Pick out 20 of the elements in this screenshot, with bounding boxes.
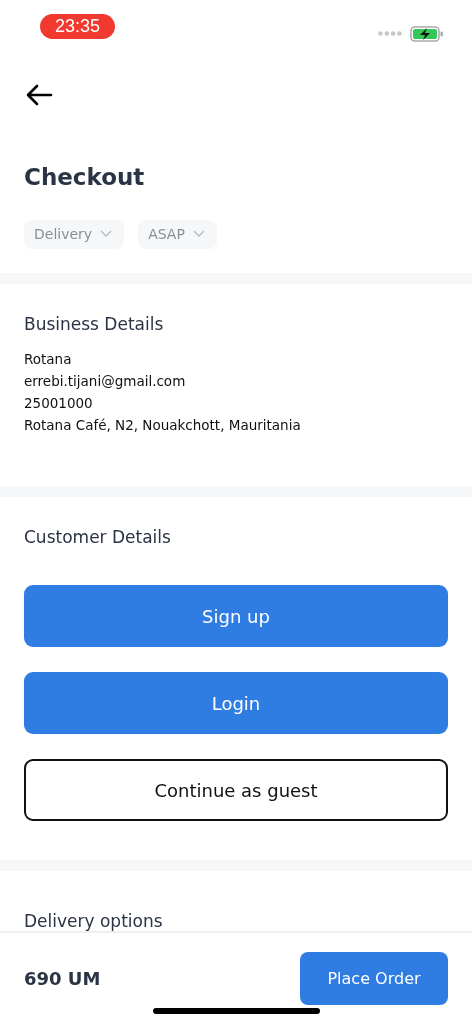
section-heading: Delivery options [24, 911, 164, 931]
chevron-down-icon [100, 230, 113, 238]
detail-text: Rotana Café, N2, Nouakchott, Mauritania [24, 415, 302, 435]
chevron-down-icon [192, 230, 205, 238]
dropdown-chip[interactable]: Delivery [24, 219, 125, 249]
section-heading: Business Details [24, 313, 165, 334]
guest-button[interactable]: Continue as guest [24, 759, 448, 822]
auth-button[interactable]: Sign up [24, 585, 448, 648]
signal-icon [378, 31, 402, 37]
section-heading: Customer Details [24, 527, 172, 548]
battery-icon [410, 25, 444, 42]
auth-button[interactable]: Login [24, 672, 448, 735]
detail-text: Rotana [24, 349, 73, 369]
detail-text: errebi.tijani@gmail.com [24, 371, 187, 391]
page-title: Checkout [24, 163, 146, 190]
dropdown-chip[interactable]: ASAP [138, 219, 217, 249]
place-order-button[interactable]: Place Order [300, 952, 448, 1005]
order-total: 690 UM [24, 968, 101, 989]
status-time: 23:35 [40, 14, 116, 40]
detail-text: 25001000 [24, 393, 94, 413]
